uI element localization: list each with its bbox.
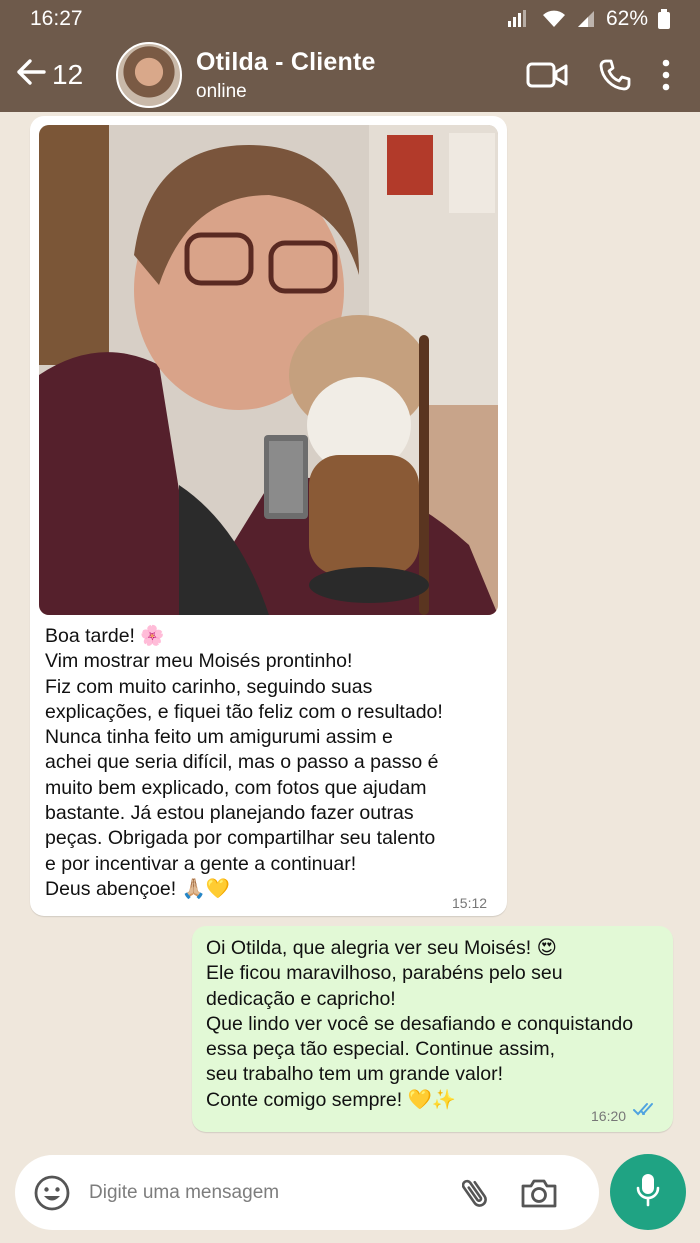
back-arrow-icon	[16, 58, 46, 93]
cell-signal-icon	[576, 9, 596, 29]
status-time: 16:27	[30, 7, 83, 30]
message-input[interactable]	[89, 1181, 449, 1204]
contact-info[interactable]: Otilda - Cliente online	[196, 48, 526, 103]
video-call-icon[interactable]	[526, 61, 568, 89]
contact-name: Otilda - Cliente	[196, 47, 376, 76]
back-button[interactable]: 12	[16, 45, 116, 105]
incoming-message-text: Boa tarde! 🌸 Vim mostrar meu Moisés pron…	[45, 625, 443, 900]
avatar[interactable]	[116, 42, 182, 108]
signal-lte-icon	[506, 9, 532, 29]
more-options-icon[interactable]	[662, 59, 670, 91]
battery-percent: 62%	[605, 7, 648, 30]
chat-header: 12 Otilda - Cliente online	[0, 38, 700, 112]
microphone-button[interactable]	[610, 1154, 686, 1230]
battery-icon	[658, 9, 670, 29]
attach-icon[interactable]	[455, 1174, 495, 1212]
camera-icon[interactable]	[517, 1177, 561, 1209]
message-composer	[15, 1155, 599, 1230]
incoming-message-time: 15:12	[452, 895, 488, 911]
phone-icon[interactable]	[598, 58, 632, 92]
wifi-icon	[542, 9, 566, 29]
outgoing-message-time: 16:20	[591, 1108, 627, 1124]
unread-count: 12	[52, 59, 84, 90]
outgoing-message-text: Oi Otilda, que alegria ver seu Moisés! 😍…	[206, 937, 634, 1111]
microphone-icon	[635, 1172, 661, 1213]
chat-area[interactable]: Boa tarde! 🌸 Vim mostrar meu Moisés pron…	[0, 112, 700, 1152]
read-receipt-icon	[633, 1101, 659, 1122]
outgoing-message-bubble[interactable]: Oi Otilda, que alegria ver seu Moisés! 😍…	[192, 926, 673, 1132]
incoming-message-bubble[interactable]: Boa tarde! 🌸 Vim mostrar meu Moisés pron…	[30, 116, 507, 916]
status-icons: 62%	[506, 7, 670, 31]
emoji-icon[interactable]	[33, 1174, 71, 1212]
contact-status: online	[196, 80, 247, 102]
shared-photo[interactable]	[39, 125, 498, 615]
status-bar: 16:27 62%	[0, 0, 700, 38]
